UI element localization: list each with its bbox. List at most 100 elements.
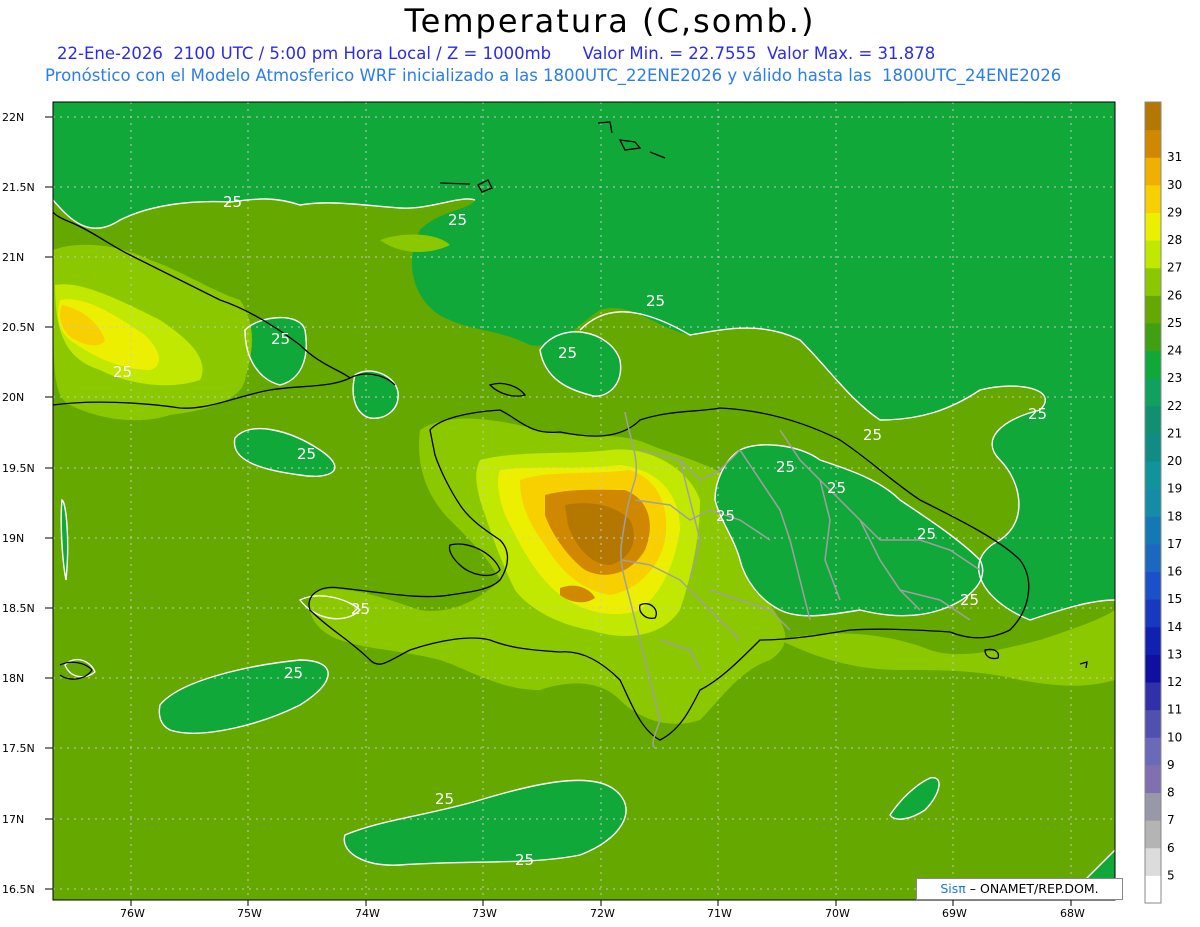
contour-label: 25 bbox=[1028, 405, 1047, 423]
lat-tick-label: 19N bbox=[2, 532, 24, 545]
colorbar-label: 30 bbox=[1167, 178, 1182, 192]
colorbar-label: 21 bbox=[1167, 426, 1182, 440]
lon-axis: 76W 75W 74W 73W 72W 71W 70W 69W 68W bbox=[120, 907, 1085, 920]
colorbar-swatch bbox=[1145, 378, 1161, 407]
colorbar-swatch bbox=[1145, 433, 1161, 462]
colorbar-label: 23 bbox=[1167, 371, 1182, 385]
colorbar-swatch bbox=[1145, 240, 1161, 269]
temperature-map: 25 25 25 25 25 25 25 25 25 25 25 25 25 2… bbox=[2, 101, 1182, 920]
lon-tick-label: 71W bbox=[707, 907, 732, 920]
contour-label: 25 bbox=[960, 591, 979, 609]
contour-label: 25 bbox=[448, 211, 467, 229]
lon-tick-label: 75W bbox=[237, 907, 262, 920]
colorbar-label: 13 bbox=[1167, 647, 1182, 661]
colorbar-label: 18 bbox=[1167, 509, 1182, 523]
colorbar-label: 29 bbox=[1167, 205, 1182, 219]
contour-label: 25 bbox=[776, 458, 795, 476]
lat-tick-label: 17.5N bbox=[2, 742, 35, 755]
colorbar-swatch bbox=[1145, 405, 1161, 434]
colorbar-label: 27 bbox=[1167, 261, 1182, 275]
lat-ticks bbox=[45, 116, 53, 890]
colorbar-label: 9 bbox=[1167, 758, 1175, 772]
lat-axis: 22N 21.5N 21N 20.5N 20N 19.5N 19N 18.5N … bbox=[2, 111, 35, 896]
contour-label: 25 bbox=[917, 525, 936, 543]
sispi-logo: Sisπ bbox=[940, 881, 966, 896]
lat-tick-label: 18.5N bbox=[2, 602, 35, 615]
colorbar-label: 14 bbox=[1167, 620, 1182, 634]
credit-org: – ONAMET/REP.DOM. bbox=[965, 881, 1099, 896]
colorbar-label: 19 bbox=[1167, 482, 1182, 496]
colorbar-swatch bbox=[1145, 129, 1161, 158]
colorbar-label: 26 bbox=[1167, 288, 1182, 302]
colorbar-label: 15 bbox=[1167, 592, 1182, 606]
colorbar-swatch bbox=[1145, 212, 1161, 241]
colorbar-swatch bbox=[1145, 764, 1161, 794]
colorbar-swatch bbox=[1145, 543, 1161, 573]
lat-tick-label: 20N bbox=[2, 391, 24, 404]
colorbar-swatch bbox=[1145, 184, 1161, 213]
contour-label: 25 bbox=[435, 790, 454, 808]
lat-tick-label: 18N bbox=[2, 672, 24, 685]
contour-label: 25 bbox=[863, 426, 882, 444]
colorbar-swatch bbox=[1145, 875, 1161, 904]
contour-label: 25 bbox=[284, 664, 303, 682]
colorbar-label: 16 bbox=[1167, 565, 1182, 579]
lon-ticks bbox=[130, 900, 1072, 906]
colorbar-label: 5 bbox=[1167, 868, 1175, 882]
colorbar-label: 8 bbox=[1167, 786, 1175, 800]
colorbar-swatch bbox=[1145, 488, 1161, 517]
colorbar-label: 28 bbox=[1167, 233, 1182, 247]
colorbar-label: 22 bbox=[1167, 399, 1182, 413]
colorbar-swatch bbox=[1145, 102, 1161, 131]
lon-tick-label: 70W bbox=[825, 907, 850, 920]
lat-tick-label: 20.5N bbox=[2, 321, 35, 334]
contour-label: 25 bbox=[113, 363, 132, 381]
colorbar-label: 7 bbox=[1167, 813, 1175, 827]
colorbar-swatch bbox=[1145, 571, 1161, 600]
credit-box: Sisπ – ONAMET/REP.DOM. bbox=[916, 878, 1123, 900]
colorbar-label: 10 bbox=[1167, 730, 1182, 744]
colorbar: 5 6 7 8 9 10 11 12 13 14 15 16 17 18 19 20 21 22 23 24 25 26 2… bbox=[1144, 101, 1182, 904]
lat-tick-label: 17N bbox=[2, 813, 24, 826]
colorbar-swatch bbox=[1145, 599, 1161, 628]
lat-tick-label: 22N bbox=[2, 111, 24, 124]
lon-tick-label: 74W bbox=[355, 907, 380, 920]
lon-tick-label: 73W bbox=[472, 907, 497, 920]
colorbar-swatch bbox=[1145, 737, 1161, 766]
colorbar-swatch bbox=[1145, 322, 1161, 352]
colorbar-swatch bbox=[1145, 820, 1161, 849]
lon-tick-label: 68W bbox=[1060, 907, 1085, 920]
contour-label: 25 bbox=[223, 193, 242, 211]
colorbar-label: 25 bbox=[1167, 316, 1182, 330]
colorbar-swatch bbox=[1145, 157, 1161, 186]
colorbar-swatch bbox=[1145, 295, 1161, 324]
lat-tick-label: 21.5N bbox=[2, 181, 35, 194]
colorbar-swatch bbox=[1145, 461, 1161, 490]
colorbar-swatch bbox=[1145, 654, 1161, 683]
contour-label: 25 bbox=[558, 344, 577, 362]
lon-tick-label: 69W bbox=[942, 907, 967, 920]
colorbar-label: 31 bbox=[1167, 150, 1182, 164]
contour-label: 25 bbox=[827, 479, 846, 497]
colorbar-label: 11 bbox=[1167, 703, 1182, 717]
contour-label: 25 bbox=[271, 330, 290, 348]
colorbar-swatch bbox=[1145, 267, 1161, 296]
contour-label: 25 bbox=[351, 600, 370, 618]
colorbar-swatch bbox=[1145, 350, 1161, 379]
contour-label: 25 bbox=[515, 851, 534, 869]
contour-label: 25 bbox=[716, 507, 735, 525]
colorbar-swatch bbox=[1145, 516, 1161, 545]
colorbar-label: 20 bbox=[1167, 454, 1182, 468]
colorbar-label: 24 bbox=[1167, 344, 1182, 358]
colorbar-swatch bbox=[1145, 709, 1161, 738]
colorbar-label: 6 bbox=[1167, 841, 1175, 855]
contour-label: 25 bbox=[646, 292, 665, 310]
lat-tick-label: 21N bbox=[2, 251, 24, 264]
colorbar-label: 17 bbox=[1167, 537, 1182, 551]
lon-tick-label: 72W bbox=[590, 907, 615, 920]
lon-tick-label: 76W bbox=[120, 907, 145, 920]
colorbar-swatch bbox=[1145, 626, 1161, 655]
colorbar-swatch bbox=[1145, 792, 1161, 821]
contour-label: 25 bbox=[297, 445, 316, 463]
colorbar-label: 12 bbox=[1167, 675, 1182, 689]
